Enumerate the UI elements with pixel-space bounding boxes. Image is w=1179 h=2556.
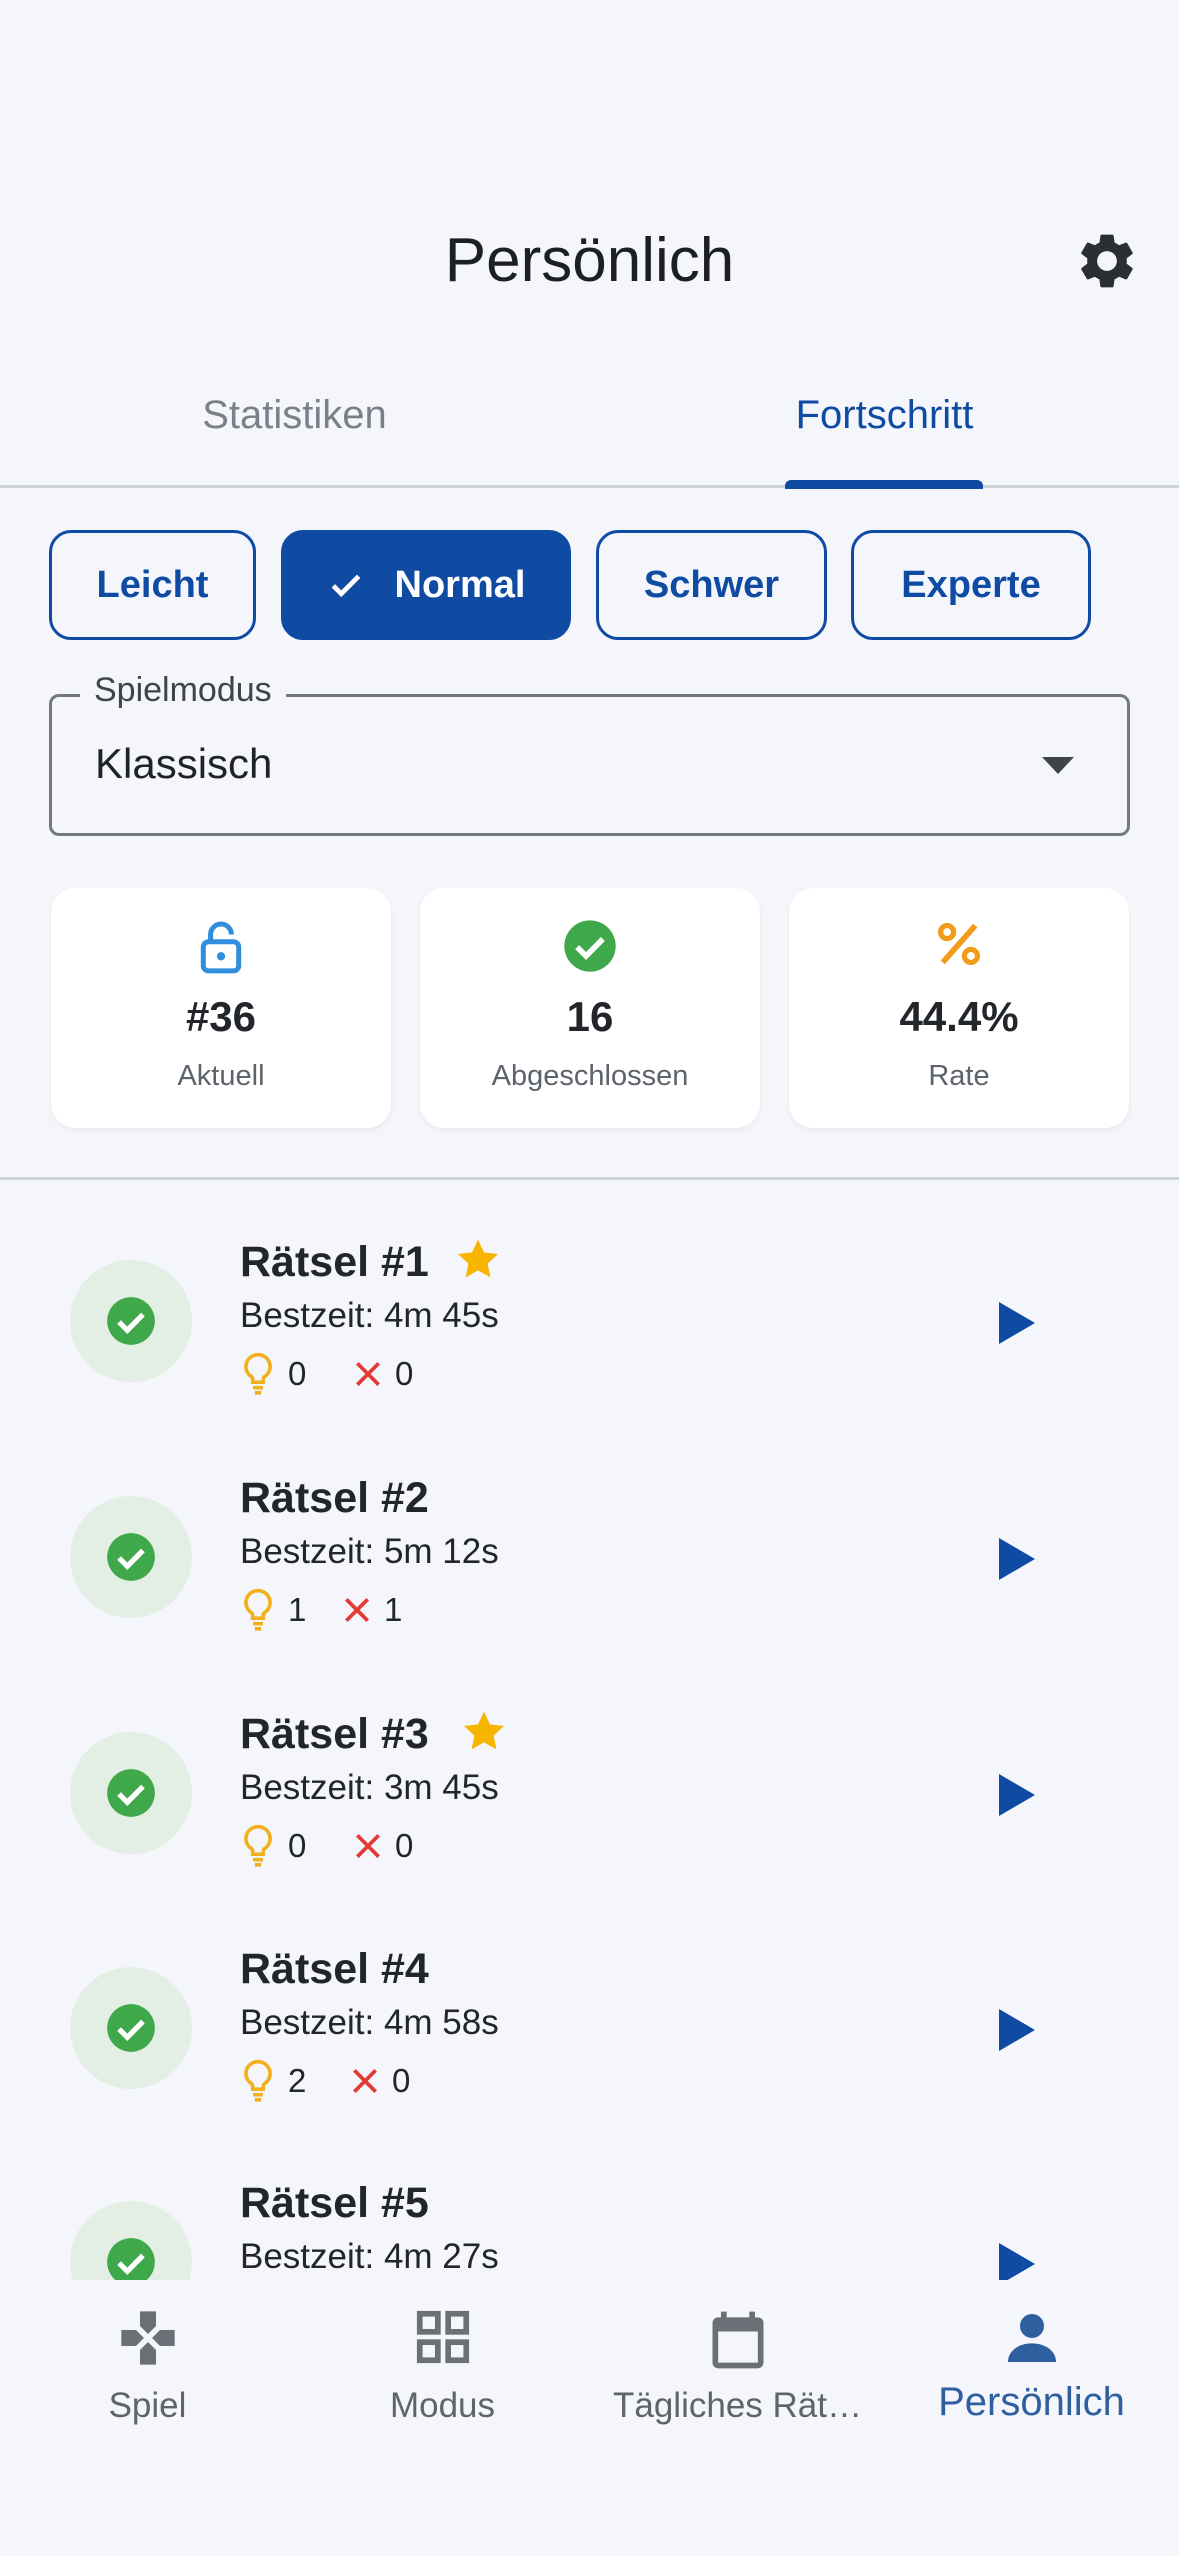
nav-item-daily[interactable]: Tägliches Rät… [590,2282,885,2462]
stat-label: Aktuell [177,1060,265,1092]
check-circle-icon [420,918,760,978]
person-icon [884,2306,1179,2370]
lightbulb-icon [240,2058,276,2102]
app-header: Persönlich [0,0,1179,340]
best-time: Bestzeit: 4m 27s [240,2237,499,2276]
stat-card-current: #36 Aktuell [51,888,391,1128]
stat-card-rate: 44.4% Rate [789,888,1129,1128]
chip-label: Experte [901,563,1041,606]
tab-bar: Statistiken Fortschritt [0,370,1179,488]
puzzle-title: Rätsel #2 [240,1474,429,1522]
lightbulb-icon [240,1351,276,1395]
chip-label: Normal [394,563,526,606]
play-icon[interactable] [997,1772,1037,1818]
difficulty-chip-easy[interactable]: Leicht [49,530,256,640]
best-time: Bestzeit: 4m 58s [240,2003,499,2042]
calendar-icon [590,2306,885,2374]
completed-badge [70,1260,192,1382]
error-count: 0 [392,2062,411,2099]
difficulty-chip-normal[interactable]: Normal [281,530,571,640]
hint-count: 0 [288,1827,307,1864]
grid-icon [295,2306,590,2368]
active-tab-indicator [785,480,983,489]
completed-badge [70,2201,192,2280]
difficulty-chip-hard[interactable]: Schwer [596,530,827,640]
lightbulb-icon [240,1823,276,1867]
play-icon[interactable] [997,2007,1037,2053]
play-icon[interactable] [997,1536,1037,1582]
puzzle-title: Rätsel #1 [240,1238,429,1286]
star-icon [453,1236,503,1284]
close-icon [341,1594,373,1626]
completed-badge [70,1967,192,2089]
puzzle-row-1[interactable]: Rätsel #1 Bestzeit: 4m 45s 0 0 [0,1180,1179,1416]
play-icon[interactable] [997,2241,1037,2280]
puzzle-row-5[interactable]: Rätsel #5 Bestzeit: 4m 27s [0,2121,1179,2280]
stat-label: Rate [928,1060,990,1092]
hint-count: 1 [288,1591,307,1628]
check-circle-icon [107,1533,155,1581]
error-count: 1 [384,1591,403,1628]
puzzle-title: Rätsel #4 [240,1945,429,1993]
nav-item-mode[interactable]: Modus [295,2282,590,2462]
page-title: Persönlich [444,226,735,295]
stat-value: 16 [566,993,614,1040]
puzzle-title: Rätsel #5 [240,2179,429,2227]
tab-statistics[interactable]: Statistiken [0,370,589,488]
chip-label: Leicht [96,563,209,606]
nav-label: Modus [389,2386,496,2425]
gamepad-icon [0,2306,295,2370]
hint-count: 2 [288,2062,307,2099]
puzzle-title: Rätsel #3 [240,1710,429,1758]
percent-icon [789,918,1129,978]
puzzle-list: Rätsel #1 Bestzeit: 4m 45s 0 0 Rätsel #2… [0,1180,1179,2280]
dropdown-arrow-icon[interactable] [1042,757,1074,774]
hint-count: 0 [288,1355,307,1392]
nav-item-personal[interactable]: Persönlich [884,2282,1179,2462]
stat-value: 44.4% [899,993,1019,1040]
check-circle-icon [107,1297,155,1345]
best-time: Bestzeit: 3m 45s [240,1768,499,1807]
puzzle-row-4[interactable]: Rätsel #4 Bestzeit: 4m 58s 2 0 [0,1887,1179,2123]
star-icon [459,1708,509,1756]
game-mode-label: Spielmodus [80,671,286,710]
stat-card-completed: 16 Abgeschlossen [420,888,760,1128]
stat-value: #36 [185,993,257,1040]
difficulty-chip-expert[interactable]: Experte [851,530,1091,640]
nav-label: Spiel [108,2386,187,2425]
close-icon [352,1358,384,1390]
close-icon [349,2065,381,2097]
close-icon [352,1830,384,1862]
best-time: Bestzeit: 5m 12s [240,1532,499,1571]
gear-icon[interactable] [1074,228,1140,294]
check-circle-icon [107,2004,155,2052]
completed-badge [70,1732,192,1854]
lightbulb-icon [240,1587,276,1631]
game-mode-value: Klassisch [95,740,273,787]
completed-badge [70,1496,192,1618]
error-count: 0 [395,1355,414,1392]
nav-label: Persönlich [938,2380,1125,2424]
lock-open-icon [51,918,391,978]
bottom-navigation: Spiel Modus Tägliches Rät… Persönlich [0,2282,1179,2556]
check-icon [327,566,365,604]
check-circle-icon [107,1769,155,1817]
best-time: Bestzeit: 4m 45s [240,1296,499,1335]
puzzle-row-2[interactable]: Rätsel #2 Bestzeit: 5m 12s 1 1 [0,1416,1179,1652]
nav-label: Tägliches Rät… [613,2386,862,2425]
nav-item-game[interactable]: Spiel [0,2282,295,2462]
tab-progress[interactable]: Fortschritt [590,370,1179,488]
puzzle-row-3[interactable]: Rätsel #3 Bestzeit: 3m 45s 0 0 [0,1652,1179,1888]
error-count: 0 [395,1827,414,1864]
stat-label: Abgeschlossen [491,1060,689,1092]
play-icon[interactable] [997,1300,1037,1346]
check-circle-icon [107,2238,155,2280]
chip-label: Schwer [643,563,780,606]
